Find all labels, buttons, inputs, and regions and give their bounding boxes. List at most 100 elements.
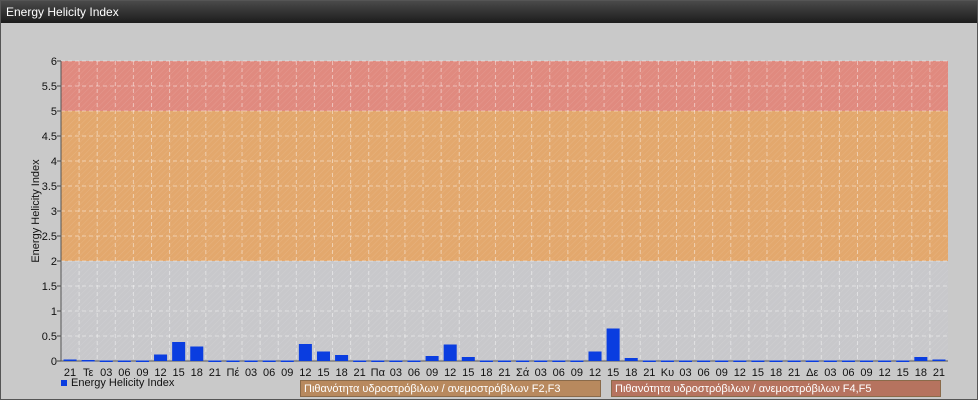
x-tick-label: 12 bbox=[879, 367, 891, 379]
bar bbox=[389, 360, 403, 362]
y-tick-label: 3 bbox=[51, 206, 57, 218]
legend-entry: Energy Helicity Index bbox=[61, 377, 174, 389]
bar bbox=[878, 360, 892, 362]
bar bbox=[407, 360, 421, 362]
x-tick-label: 15 bbox=[607, 367, 619, 379]
y-tick-label: 5 bbox=[51, 106, 57, 118]
x-tick-label: 03 bbox=[824, 367, 836, 379]
bar bbox=[697, 360, 711, 362]
x-tick-label: 03 bbox=[679, 367, 691, 379]
x-tick-label: 03 bbox=[245, 367, 257, 379]
x-tick-label: 06 bbox=[263, 367, 275, 379]
bar bbox=[190, 346, 204, 361]
bar bbox=[226, 360, 240, 362]
bar bbox=[425, 356, 439, 361]
x-tick-label: 06 bbox=[697, 367, 709, 379]
bar bbox=[371, 360, 385, 362]
bar bbox=[99, 360, 113, 362]
bar bbox=[733, 360, 747, 362]
bar bbox=[117, 360, 131, 362]
x-tick-label: 12 bbox=[734, 367, 746, 379]
x-tick-label: 21 bbox=[788, 367, 800, 379]
x-tick-label: 15 bbox=[317, 367, 329, 379]
bar bbox=[624, 358, 638, 361]
bar bbox=[244, 360, 258, 362]
bar bbox=[860, 360, 874, 362]
bar bbox=[642, 360, 656, 362]
bar bbox=[353, 360, 367, 362]
bar bbox=[154, 354, 168, 361]
bar bbox=[516, 360, 530, 362]
y-tick-label: 1.5 bbox=[42, 281, 57, 293]
chart-window: Energy Helicity Index 0 0.5 1 1.5 2 2.5 3 3.5 4 4… bbox=[0, 0, 978, 400]
x-tick-label: 15 bbox=[897, 367, 909, 379]
x-tick-label: 09 bbox=[860, 367, 872, 379]
x-tick-label: 06 bbox=[553, 367, 565, 379]
y-tick-label: 6 bbox=[51, 56, 57, 68]
y-tick-label: 3.5 bbox=[42, 181, 57, 193]
bar bbox=[679, 360, 693, 362]
x-tick-label: 09 bbox=[281, 367, 293, 379]
y-tick-label: 0 bbox=[51, 356, 57, 368]
x-tick-label: 18 bbox=[625, 367, 637, 379]
x-tick-label: Πα bbox=[371, 367, 386, 379]
y-tick-label: 0.5 bbox=[42, 331, 57, 343]
x-tick-label: Σά bbox=[516, 367, 530, 379]
bar bbox=[208, 360, 222, 362]
y-tick-label: 2.5 bbox=[42, 231, 57, 243]
x-tick-label: 21 bbox=[209, 367, 221, 379]
x-tick-label: 21 bbox=[498, 367, 510, 379]
x-tick-label: 21 bbox=[354, 367, 366, 379]
x-tick-label: Κυ bbox=[661, 367, 674, 379]
bar bbox=[262, 360, 276, 362]
bar bbox=[787, 360, 801, 362]
x-tick-label: 09 bbox=[426, 367, 438, 379]
bar bbox=[751, 360, 765, 362]
x-tick-label: Δε bbox=[806, 367, 818, 379]
x-tick-label: 09 bbox=[571, 367, 583, 379]
legend-swatch-icon bbox=[61, 380, 67, 387]
bar bbox=[497, 360, 512, 362]
x-tick-label: 18 bbox=[915, 367, 927, 379]
bar bbox=[479, 360, 493, 362]
x-tick-label: 15 bbox=[752, 367, 764, 379]
legend-series-label: Energy Helicity Index bbox=[71, 377, 175, 389]
x-tick-label: 21 bbox=[933, 367, 945, 379]
bar bbox=[588, 351, 602, 361]
x-tick-label: 12 bbox=[589, 367, 601, 379]
x-tick-label: 12 bbox=[299, 367, 311, 379]
bar bbox=[660, 360, 674, 362]
bar bbox=[172, 342, 186, 361]
x-tick-label: 09 bbox=[716, 367, 728, 379]
bar bbox=[914, 357, 928, 361]
x-tick-label: 21 bbox=[643, 367, 655, 379]
y-tick-label: 2 bbox=[51, 256, 57, 268]
x-tick-label: Πέ bbox=[227, 367, 240, 379]
y-tick-label: 4 bbox=[51, 156, 57, 168]
x-tick-label: 12 bbox=[444, 367, 456, 379]
x-tick-label: 18 bbox=[770, 367, 782, 379]
bar bbox=[461, 357, 475, 361]
bar bbox=[316, 351, 330, 361]
x-tick-label: 06 bbox=[842, 367, 854, 379]
bar bbox=[841, 360, 855, 362]
bar bbox=[298, 344, 312, 361]
bar bbox=[335, 355, 349, 361]
bar bbox=[932, 359, 946, 361]
x-tick-label: 03 bbox=[535, 367, 547, 379]
bar bbox=[63, 359, 77, 361]
y-tick-label: 5.5 bbox=[42, 81, 57, 93]
bar bbox=[896, 360, 910, 362]
bar bbox=[805, 360, 819, 362]
x-tick-label: 15 bbox=[462, 367, 474, 379]
band-label-f2f3: Πιθανότητα υδροστρόβιλων / ανεμοστρόβιλω… bbox=[300, 380, 601, 397]
bar bbox=[552, 360, 566, 362]
band-label-f4f5: Πιθανότητα υδροστρόβιλων / ανεμοστρόβιλω… bbox=[611, 380, 941, 397]
window-title: Energy Helicity Index bbox=[1, 1, 977, 23]
bar bbox=[715, 360, 729, 362]
chart-plot: 00.511.522.533.544.555.5621 Τε 03 06 09 12 15 1… bbox=[30, 56, 948, 379]
y-tick-label: 4.5 bbox=[42, 131, 57, 143]
bar bbox=[823, 360, 837, 362]
bar bbox=[570, 360, 584, 362]
x-tick-label: 15 bbox=[173, 367, 185, 379]
